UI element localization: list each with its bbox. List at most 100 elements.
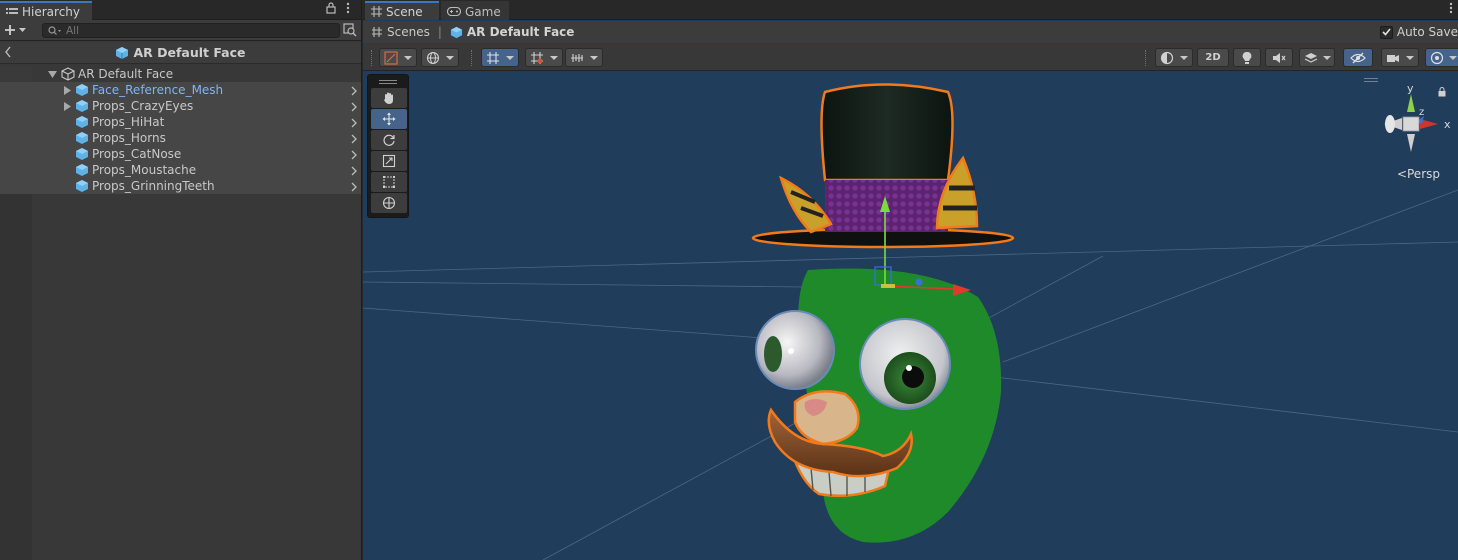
overlay-grip[interactable] xyxy=(370,77,406,87)
chevron-right-icon[interactable] xyxy=(351,133,357,147)
increment-snap-icon xyxy=(531,51,543,64)
create-button[interactable] xyxy=(4,22,34,38)
shading-mode-dropdown[interactable] xyxy=(1155,48,1193,67)
tree-item-props-grinningteeth[interactable]: Props_GrinningTeeth xyxy=(0,178,361,194)
hierarchy-toolbar xyxy=(0,20,361,41)
effects-dropdown[interactable] xyxy=(1299,48,1335,67)
breadcrumb-root[interactable]: Scenes xyxy=(387,25,430,39)
rotate-icon xyxy=(383,134,395,146)
increment-snap-dropdown[interactable] xyxy=(525,48,563,67)
tools-overlay xyxy=(367,74,409,218)
unity-editor: Hierarchy All AR Default Face AR Default… xyxy=(0,0,1458,560)
gizmo-lock-icon[interactable] xyxy=(1438,86,1446,100)
gameobject-cube-icon xyxy=(61,67,75,81)
collapse-arrow-icon[interactable] xyxy=(62,85,72,95)
global-local-dropdown[interactable] xyxy=(421,48,459,67)
prefab-cube-icon xyxy=(75,163,89,177)
hierarchy-list: AR Default Face Face_Reference_Mesh Prop… xyxy=(0,66,361,194)
kebab-menu-icon[interactable] xyxy=(1449,2,1453,17)
eye-slash-icon xyxy=(1350,52,1366,63)
scene-header: AR Default Face xyxy=(0,42,361,64)
gizmos-dropdown[interactable] xyxy=(1425,48,1458,67)
axis-neg-y-cone[interactable] xyxy=(1407,134,1415,152)
chevron-right-icon[interactable] xyxy=(351,117,357,131)
tab-game[interactable]: Game xyxy=(441,1,509,20)
rotate-tool-button[interactable] xyxy=(371,130,407,150)
tab-scene[interactable]: Scene xyxy=(365,1,439,20)
grid-snapping-dropdown[interactable] xyxy=(481,48,519,67)
rect-transform-icon xyxy=(383,176,395,188)
tree-item-props-hihat[interactable]: Props_HiHat xyxy=(0,114,361,130)
hierarchy-search[interactable] xyxy=(42,23,340,38)
lock-icon[interactable] xyxy=(326,2,336,17)
transform-tool-button[interactable] xyxy=(371,193,407,213)
tree-item-props-crazyeyes[interactable]: Props_CrazyEyes xyxy=(0,98,361,114)
prefab-cube-icon xyxy=(115,46,129,60)
camera-dropdown[interactable] xyxy=(1381,48,1419,67)
chevron-right-icon[interactable] xyxy=(351,181,357,195)
rect-tool-button[interactable] xyxy=(371,172,407,192)
auto-save-checkbox[interactable] xyxy=(1379,25,1393,39)
persp-chevron-icon: < xyxy=(1396,167,1407,181)
prefab-cube-icon xyxy=(75,179,89,193)
back-chevron-icon[interactable] xyxy=(4,46,12,61)
tree-item-props-moustache[interactable]: Props_Moustache xyxy=(0,162,361,178)
sphere-shading-icon xyxy=(1160,51,1174,64)
breadcrumb: Scenes | AR Default Face Auto Save xyxy=(363,21,1458,43)
search-input[interactable] xyxy=(66,24,326,37)
tab-hierarchy[interactable]: Hierarchy xyxy=(0,1,92,20)
scene-header-title: AR Default Face xyxy=(133,45,246,60)
grid-snap-icon xyxy=(487,51,499,64)
draw-mode-dropdown[interactable] xyxy=(379,48,417,67)
chevron-right-icon[interactable] xyxy=(351,165,357,179)
hierarchy-panel: Hierarchy All AR Default Face AR Default… xyxy=(0,0,362,560)
hierarchy-gutter-empty xyxy=(0,194,32,560)
speaker-muted-icon xyxy=(1273,52,1286,63)
audio-toggle[interactable] xyxy=(1265,48,1293,67)
chevron-right-icon[interactable] xyxy=(351,149,357,163)
globe-icon xyxy=(426,51,440,64)
catnose-prop xyxy=(793,390,860,446)
prefab-cube-icon xyxy=(75,131,89,145)
hand-tool-button[interactable] xyxy=(371,88,407,108)
tree-item-root[interactable]: AR Default Face xyxy=(0,66,361,82)
tab-scene-label: Scene xyxy=(386,4,423,19)
layers-icon xyxy=(1304,52,1317,63)
tree-item-label: Face_Reference_Mesh xyxy=(92,83,224,97)
gizmo-globe-icon xyxy=(1430,51,1443,64)
tree-item-props-horns[interactable]: Props_Horns xyxy=(0,130,361,146)
auto-save-label: Auto Save xyxy=(1396,25,1458,39)
lightbulb-icon xyxy=(1242,51,1252,64)
tree-item-face-reference-mesh[interactable]: Face_Reference_Mesh xyxy=(0,82,361,98)
scene-filter-icon[interactable] xyxy=(343,23,357,37)
tree-item-props-catnose[interactable]: Props_CatNose xyxy=(0,146,361,162)
projection-toggle[interactable]: <Persp xyxy=(1397,167,1440,181)
chevron-right-icon[interactable] xyxy=(351,101,357,115)
mode-2d-button[interactable]: 2D xyxy=(1197,48,1229,67)
auto-save-toggle[interactable]: Auto Save xyxy=(1379,25,1458,39)
hand-icon xyxy=(384,92,393,104)
breadcrumb-current[interactable]: AR Default Face xyxy=(450,25,574,39)
scene-viewport[interactable]: y x z <Persp xyxy=(363,72,1458,560)
tab-hierarchy-label: Hierarchy xyxy=(22,4,81,19)
render-options-dropdown[interactable] xyxy=(565,48,603,67)
prefab-cube-icon xyxy=(75,147,89,161)
collapse-arrow-icon[interactable] xyxy=(62,101,72,111)
tree-item-label: Props_CrazyEyes xyxy=(92,99,194,113)
scale-icon xyxy=(382,154,396,168)
prefab-cube-icon xyxy=(75,99,89,113)
transform-icon xyxy=(382,196,396,210)
lighting-toggle[interactable] xyxy=(1233,48,1261,67)
prefab-cube-icon xyxy=(75,83,89,97)
expand-arrow-icon[interactable] xyxy=(47,69,57,79)
move-tool-button[interactable] xyxy=(371,109,407,129)
mode-2d-label: 2D xyxy=(1205,52,1221,63)
chevron-right-icon[interactable] xyxy=(351,85,357,99)
axis-y-cone[interactable] xyxy=(1407,94,1415,112)
kebab-menu-icon[interactable] xyxy=(346,2,350,17)
camera-icon xyxy=(1387,54,1399,62)
scale-tool-button[interactable] xyxy=(371,151,407,171)
hidden-objects-toggle[interactable] xyxy=(1343,48,1373,67)
tree-item-label: Props_Moustache xyxy=(92,163,197,177)
tree-item-label: Props_Horns xyxy=(92,131,166,145)
